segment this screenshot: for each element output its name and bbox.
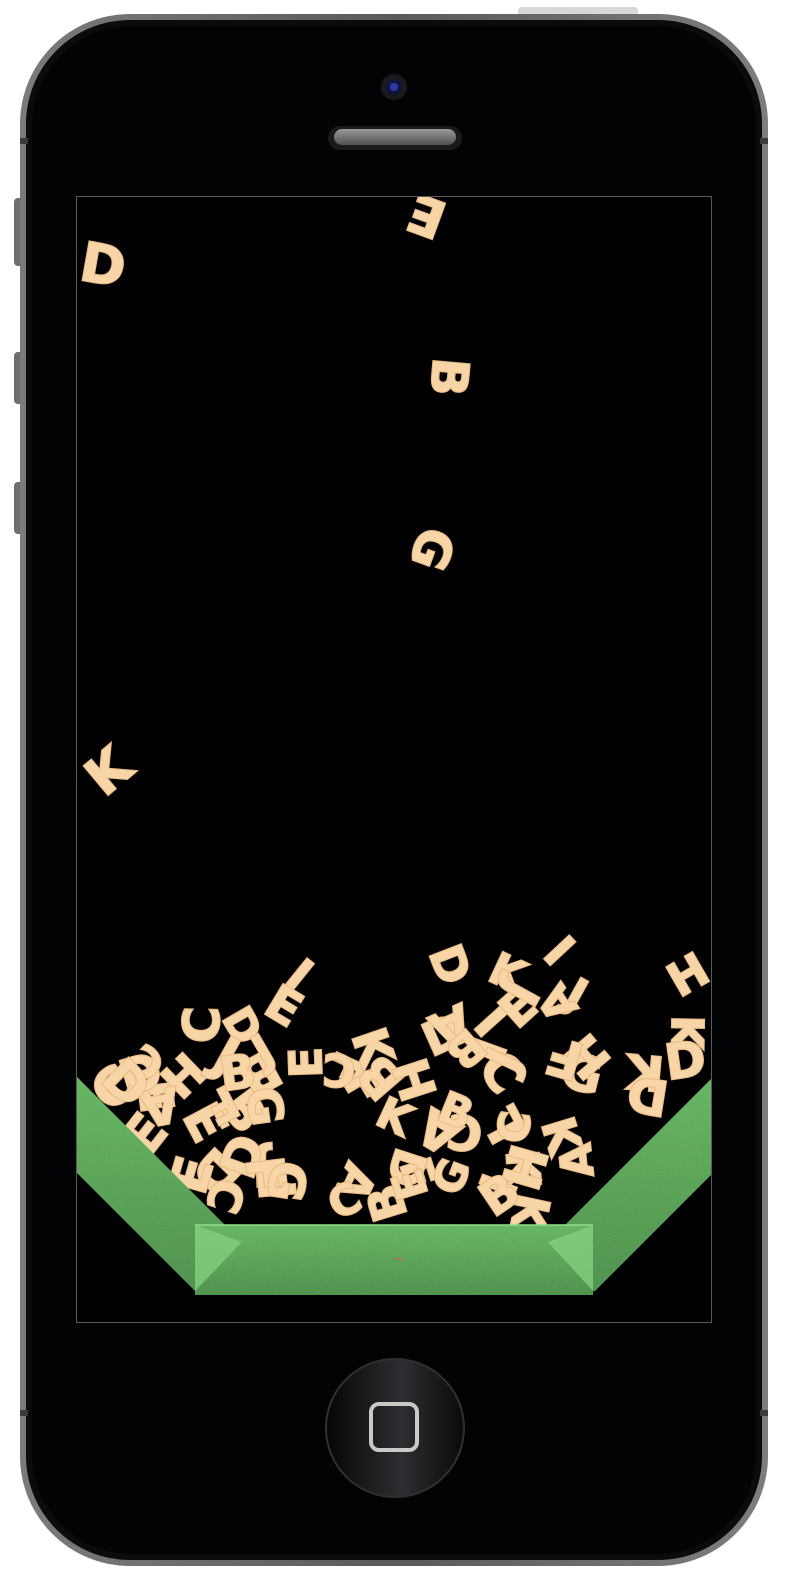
falling-letter: G — [398, 520, 467, 578]
trough-floor — [195, 1225, 593, 1295]
falling-letter: B — [418, 355, 479, 398]
pile-letter: C — [488, 1108, 542, 1146]
iphone-device-frame: ILKJDEBFHKAFDECDJGCFBKIJEADFCHGBCKJEADBI… — [0, 0, 787, 1584]
falling-letters: E D B G K — [77, 197, 481, 809]
game-screen[interactable]: ILKJDEBFHKAFDECDJGCFBKIJEADFCHGBCKJEADBI… — [76, 196, 712, 1323]
pile-letter: E — [279, 1046, 333, 1079]
pile-letter: C — [173, 1006, 232, 1044]
falling-letter: D — [77, 230, 131, 300]
pile-letter: I — [535, 924, 587, 974]
game-canvas[interactable]: ILKJDE B FHKA FDECDJ GCFBKIJE ADFCHGBCKJEADBI… — [77, 197, 712, 1323]
home-button[interactable] — [325, 1358, 465, 1498]
pile-letter: D — [418, 937, 482, 992]
falling-letter: E — [400, 197, 454, 249]
falling-letter: K — [77, 735, 145, 808]
pile-letter: B — [216, 1044, 259, 1103]
pile-letter: A — [550, 1141, 604, 1180]
pile-letter: D — [661, 1030, 709, 1092]
pile-letter: H — [658, 942, 712, 1008]
